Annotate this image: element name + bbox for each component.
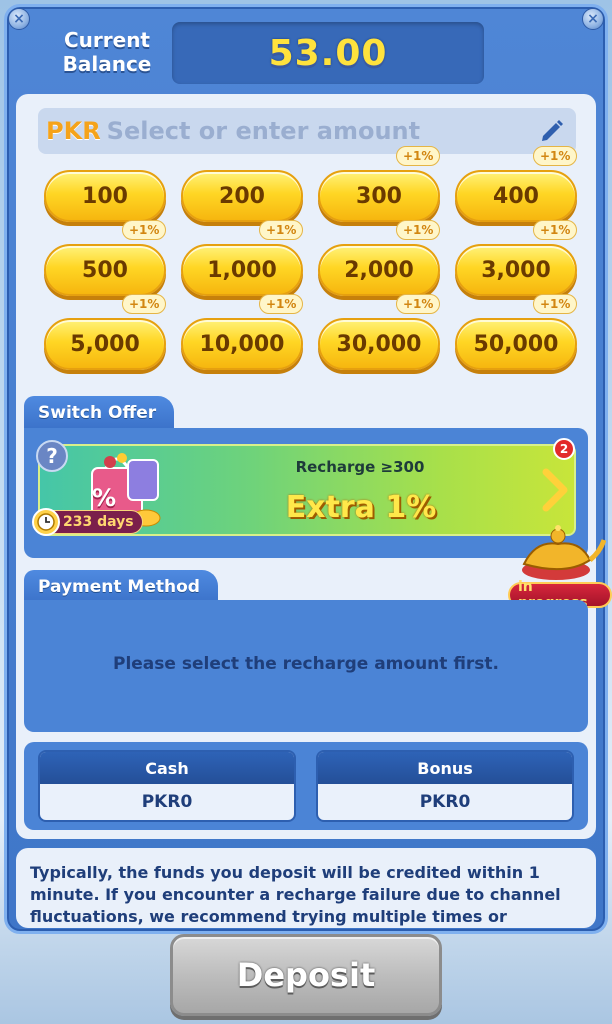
amount-button[interactable]: 50,000 [455, 318, 577, 370]
bonus-percent-tag: +1% [259, 294, 304, 314]
edit-pencil-icon[interactable] [538, 116, 566, 144]
cash-value: PKR0 [141, 792, 193, 812]
bonus-percent-tag: +1% [396, 220, 441, 240]
balance-label: Current Balance [62, 28, 152, 76]
bonus-percent-tag: +1% [533, 294, 578, 314]
bonus-percent-tag: +1% [259, 220, 304, 240]
cash-label: Cash [40, 752, 294, 784]
offer-title: Recharge ≥300 [295, 458, 425, 476]
payment-message: Please select the recharge amount first. [112, 654, 500, 674]
payment-method-label: Payment Method [38, 577, 200, 597]
bonus-percent-tag: +1% [396, 146, 441, 166]
bonus-percent-tag: +1% [396, 294, 441, 314]
bonus-value: PKR0 [419, 792, 471, 812]
amount-button[interactable]: 30,000 [318, 318, 440, 370]
deposit-button[interactable]: Deposit [170, 934, 442, 1016]
bolt-icon: × [8, 8, 30, 30]
offer-count-badge: 2 [553, 438, 575, 460]
deposit-label: Deposit [236, 956, 376, 994]
amount-button[interactable]: 300 [318, 170, 440, 222]
switch-offer-label: Switch Offer [38, 403, 157, 423]
switch-offer-tab[interactable]: Switch Offer [24, 396, 175, 430]
deposit-notice: Typically, the funds you deposit will be… [16, 848, 596, 928]
amount-button[interactable]: 3,000 [455, 244, 577, 296]
amount-button[interactable]: 1,000 [181, 244, 303, 296]
magic-lamp-icon[interactable] [506, 520, 606, 586]
amount-input[interactable] [106, 117, 527, 145]
bonus-percent-tag: +1% [122, 220, 167, 240]
amount-input-field[interactable]: PKR [38, 108, 576, 154]
amount-button[interactable]: 10,000 [181, 318, 303, 370]
chevron-right-icon[interactable] [538, 460, 572, 520]
amount-button[interactable]: 5,000 [44, 318, 166, 370]
bolt-icon: × [582, 8, 604, 30]
offer-extra-text: Extra 1% [285, 490, 437, 525]
bonus-card: Bonus PKR0 [316, 750, 574, 822]
payment-method-tab: Payment Method [24, 570, 218, 604]
bonus-percent-tag: +1% [533, 146, 578, 166]
cash-card: Cash PKR0 [38, 750, 296, 822]
clock-icon [32, 508, 60, 536]
amount-button[interactable]: 2,000 [318, 244, 440, 296]
amount-button[interactable]: 100 [44, 170, 166, 222]
balance-value: 53.00 [268, 32, 388, 74]
bonus-percent-tag: +1% [533, 220, 578, 240]
amount-button[interactable]: 500 [44, 244, 166, 296]
amount-button[interactable]: 400 [455, 170, 577, 222]
bonus-percent-tag: +1% [122, 294, 167, 314]
percent-symbol: % [92, 484, 117, 512]
currency-label: PKR [46, 117, 101, 145]
help-icon[interactable]: ? [36, 440, 68, 472]
balance-display: 53.00 [172, 22, 484, 84]
bonus-label: Bonus [318, 752, 572, 784]
amount-button[interactable]: 200 [181, 170, 303, 222]
